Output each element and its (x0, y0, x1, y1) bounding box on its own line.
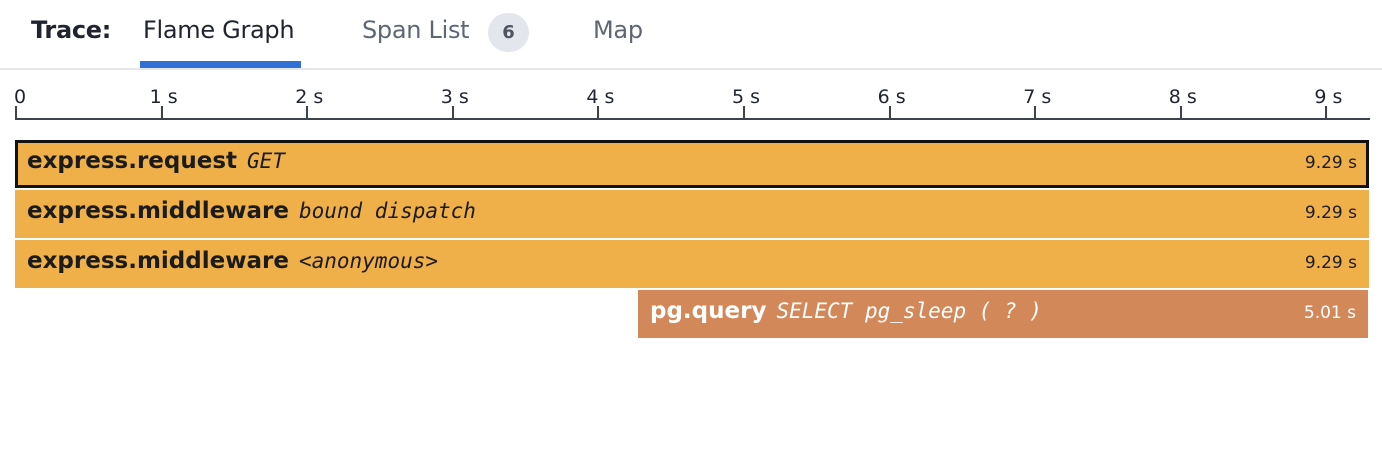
axis-tick-label: 0 (14, 86, 27, 108)
span-service-name: pg.query (650, 298, 767, 324)
span-duration: 5.01 s (1303, 303, 1356, 323)
axis-tick-label: 7 s (1023, 86, 1052, 108)
span-service-name: express.middleware (27, 198, 289, 224)
span-name: express.middleware <anonymous> (27, 248, 438, 274)
axis-tick-label: 2 s (295, 86, 324, 108)
axis-tick-label: 1 s (149, 86, 178, 108)
span-resource: SELECT pg_sleep ( ? ) (776, 299, 1042, 323)
trace-label: Trace: (31, 16, 112, 44)
span-bar[interactable]: express.middleware bound dispatch 9.29 s (15, 190, 1369, 238)
axis-tick-label: 3 s (440, 86, 469, 108)
span-service-name: express.request (27, 148, 238, 174)
span-bar[interactable]: pg.query SELECT pg_sleep ( ? ) 5.01 s (638, 290, 1368, 338)
span-duration: 9.29 s (1304, 153, 1357, 173)
span-resource: GET (247, 149, 285, 173)
span-duration: 9.29 s (1304, 203, 1357, 223)
span-resource: <anonymous> (298, 249, 439, 273)
span-name: pg.query SELECT pg_sleep ( ? ) (650, 298, 1042, 324)
span-bar[interactable]: express.middleware <anonymous> 9.29 s (15, 240, 1369, 288)
span-count-badge[interactable]: 6 (488, 13, 529, 52)
axis-tick-label: 6 s (877, 86, 906, 108)
span-name: express.middleware bound dispatch (27, 198, 476, 224)
axis-tick-label: 8 s (1168, 86, 1197, 108)
axis-tick-label: 5 s (732, 86, 761, 108)
span-duration: 9.29 s (1304, 253, 1357, 273)
tab-map[interactable]: Map (593, 16, 643, 44)
axis-tick-label: 9 s (1314, 86, 1343, 108)
trace-tab-bar: Trace: Flame Graph Span List 6 Map (0, 0, 1382, 70)
span-bar[interactable]: express.request GET 9.29 s (15, 140, 1369, 188)
tab-span-list[interactable]: Span List (362, 16, 470, 44)
span-service-name: express.middleware (27, 248, 289, 274)
active-tab-indicator (140, 61, 301, 68)
trace-flame-graph-panel: Trace: Flame Graph Span List 6 Map 0 1 s 2… (0, 0, 1382, 450)
span-name: express.request GET (27, 148, 285, 174)
span-resource: bound dispatch (298, 199, 476, 223)
time-axis-line (15, 118, 1370, 120)
axis-tick-label: 4 s (586, 86, 615, 108)
time-axis: 0 1 s 2 s 3 s 4 s 5 s 6 s 7 s 8 s 9 s (0, 80, 1382, 122)
tab-flame-graph[interactable]: Flame Graph (143, 16, 295, 44)
